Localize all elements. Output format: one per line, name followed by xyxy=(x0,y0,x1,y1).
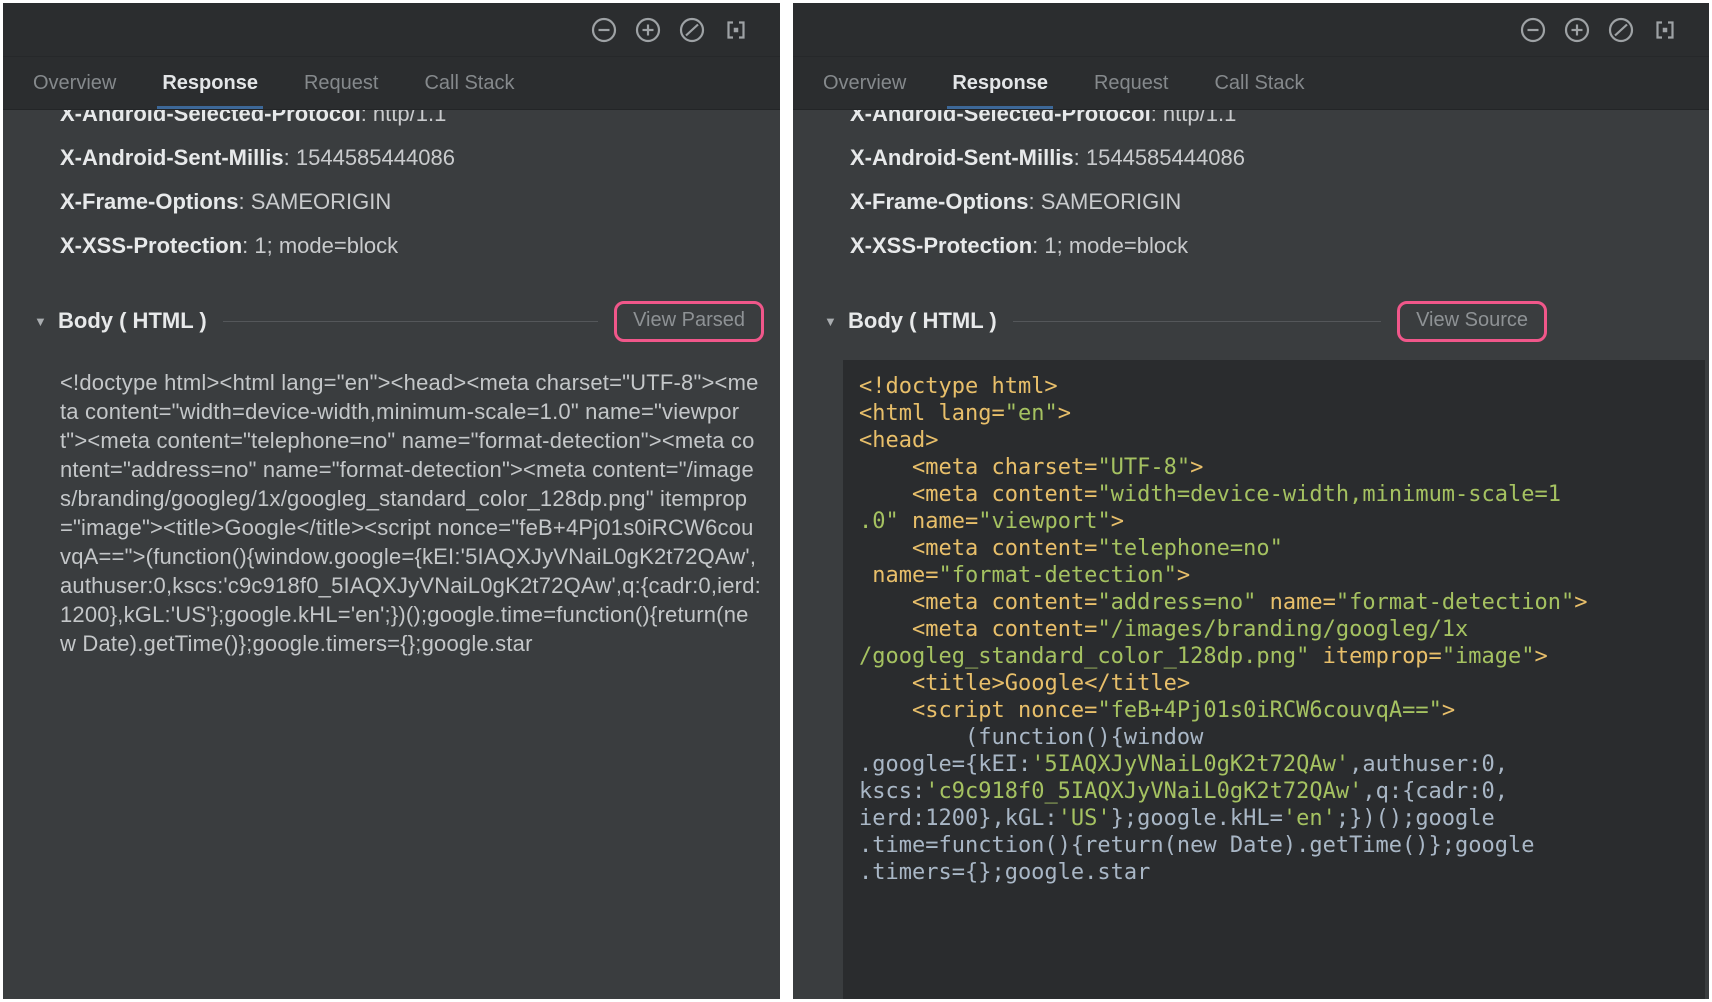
header-key: X-Android-Selected-Protocol xyxy=(850,110,1151,127)
code-line: <meta content="width=device-width,minimu… xyxy=(859,481,1697,508)
code-line: <meta content="telephone=no" xyxy=(859,535,1697,562)
header-value: : http/1.1 xyxy=(1151,110,1237,127)
header-key: X-Frame-Options xyxy=(60,189,238,215)
header-value: : SAMEORIGIN xyxy=(1028,189,1181,215)
zoom-out-icon[interactable] xyxy=(1519,16,1547,44)
response-header-row: X-Android-Sent-Millis: 1544585444086 xyxy=(60,136,764,180)
response-header-row: X-Android-Selected-Protocol: http/1.1 xyxy=(60,110,764,136)
code-line: <!doctype html> xyxy=(859,373,1697,400)
header-key: X-XSS-Protection xyxy=(850,233,1032,259)
profiler-toolbar xyxy=(793,3,1709,57)
header-key: X-Android-Selected-Protocol xyxy=(60,110,361,127)
code-line: <meta content="/images/branding/googleg/… xyxy=(859,616,1697,643)
tab-response[interactable]: Response xyxy=(929,57,1071,109)
header-value: : http/1.1 xyxy=(361,110,447,127)
code-line: kscs:'c9c918f0_5IAQXJyVNaiL0gK2t72QAw',q… xyxy=(859,778,1697,805)
header-key: X-Frame-Options xyxy=(850,189,1028,215)
view-source-button[interactable]: View Source xyxy=(1397,301,1547,342)
response-header-row: X-Frame-Options: SAMEORIGIN xyxy=(60,180,764,224)
code-line: <html lang="en"> xyxy=(859,400,1697,427)
code-line: .google={kEI:'5IAQXJyVNaiL0gK2t72QAw',au… xyxy=(859,751,1697,778)
header-key: X-XSS-Protection xyxy=(60,233,242,259)
code-line: <meta charset="UTF-8"> xyxy=(859,454,1697,481)
view-parsed-button[interactable]: View Parsed xyxy=(614,301,764,342)
response-panel-parsed: OverviewResponseRequestCall Stack X-Andr… xyxy=(3,3,780,999)
network-inspector-split-view: OverviewResponseRequestCall Stack X-Andr… xyxy=(0,0,1712,1002)
response-header-row: X-Frame-Options: SAMEORIGIN xyxy=(850,180,1693,224)
collapse-triangle-icon[interactable]: ▼ xyxy=(824,314,848,329)
response-body-source-code: <!doctype html><html lang="en"><head> <m… xyxy=(843,360,1705,999)
tab-overview[interactable]: Overview xyxy=(33,57,139,109)
code-line: /googleg_standard_color_128dp.png" itemp… xyxy=(859,643,1697,670)
response-headers-list: X-Android-Selected-Protocol: http/1.1X-A… xyxy=(850,110,1693,268)
zoom-to-selection-icon[interactable] xyxy=(1651,16,1679,44)
zoom-in-icon[interactable] xyxy=(634,16,662,44)
header-value: : 1544585444086 xyxy=(284,145,455,171)
code-line: .0" name="viewport"> xyxy=(859,508,1697,535)
header-value: : SAMEORIGIN xyxy=(238,189,391,215)
code-line: .timers={};google.star xyxy=(859,859,1697,886)
response-header-row: X-XSS-Protection: 1; mode=block xyxy=(60,224,764,268)
tab-bar: OverviewResponseRequestCall Stack xyxy=(793,57,1709,110)
header-value: : 1; mode=block xyxy=(242,233,398,259)
tab-request[interactable]: Request xyxy=(281,57,402,109)
tab-request[interactable]: Request xyxy=(1071,57,1192,109)
zoom-out-icon[interactable] xyxy=(590,16,618,44)
zoom-to-selection-icon[interactable] xyxy=(722,16,750,44)
header-key: X-Android-Sent-Millis xyxy=(850,145,1074,171)
profiler-toolbar xyxy=(3,3,780,57)
tab-call-stack[interactable]: Call Stack xyxy=(1191,57,1327,109)
tab-overview[interactable]: Overview xyxy=(823,57,929,109)
collapse-triangle-icon[interactable]: ▼ xyxy=(34,314,58,329)
response-header-row: X-Android-Selected-Protocol: http/1.1 xyxy=(850,110,1693,136)
code-line: <head> xyxy=(859,427,1697,454)
code-line: <meta content="address=no" name="format-… xyxy=(859,589,1697,616)
code-line: .time=function(){return(new Date).getTim… xyxy=(859,832,1697,859)
divider-line xyxy=(223,321,598,322)
response-panel-source: OverviewResponseRequestCall Stack X-Andr… xyxy=(793,3,1709,999)
tab-call-stack[interactable]: Call Stack xyxy=(401,57,537,109)
zoom-in-icon[interactable] xyxy=(1563,16,1591,44)
code-line: <script nonce="feB+4Pj01s0iRCW6couvqA=="… xyxy=(859,697,1697,724)
body-section-header: ▼ Body ( HTML ) View Parsed xyxy=(60,298,764,344)
response-header-row: X-Android-Sent-Millis: 1544585444086 xyxy=(850,136,1693,180)
code-line: (function(){window xyxy=(859,724,1697,751)
reset-zoom-icon[interactable] xyxy=(1607,16,1635,44)
body-section-title: Body ( HTML ) xyxy=(58,308,207,334)
header-value: : 1544585444086 xyxy=(1074,145,1245,171)
response-content: X-Android-Selected-Protocol: http/1.1X-A… xyxy=(793,110,1709,999)
code-line: <title>Google</title> xyxy=(859,670,1697,697)
header-value: : 1; mode=block xyxy=(1032,233,1188,259)
divider-line xyxy=(1013,321,1381,322)
body-section-title: Body ( HTML ) xyxy=(848,308,997,334)
response-content: X-Android-Selected-Protocol: http/1.1X-A… xyxy=(3,110,780,999)
code-line: ierd:1200},kGL:'US'};google.kHL='en';})(… xyxy=(859,805,1697,832)
reset-zoom-icon[interactable] xyxy=(678,16,706,44)
tab-bar: OverviewResponseRequestCall Stack xyxy=(3,57,780,110)
header-key: X-Android-Sent-Millis xyxy=(60,145,284,171)
body-section-header: ▼ Body ( HTML ) View Source xyxy=(850,298,1693,344)
response-header-row: X-XSS-Protection: 1; mode=block xyxy=(850,224,1693,268)
tab-response[interactable]: Response xyxy=(139,57,281,109)
response-headers-list: X-Android-Selected-Protocol: http/1.1X-A… xyxy=(60,110,764,268)
code-line: name="format-detection"> xyxy=(859,562,1697,589)
response-body-parsed-text: <!doctype html><html lang="en"><head><me… xyxy=(60,368,764,658)
